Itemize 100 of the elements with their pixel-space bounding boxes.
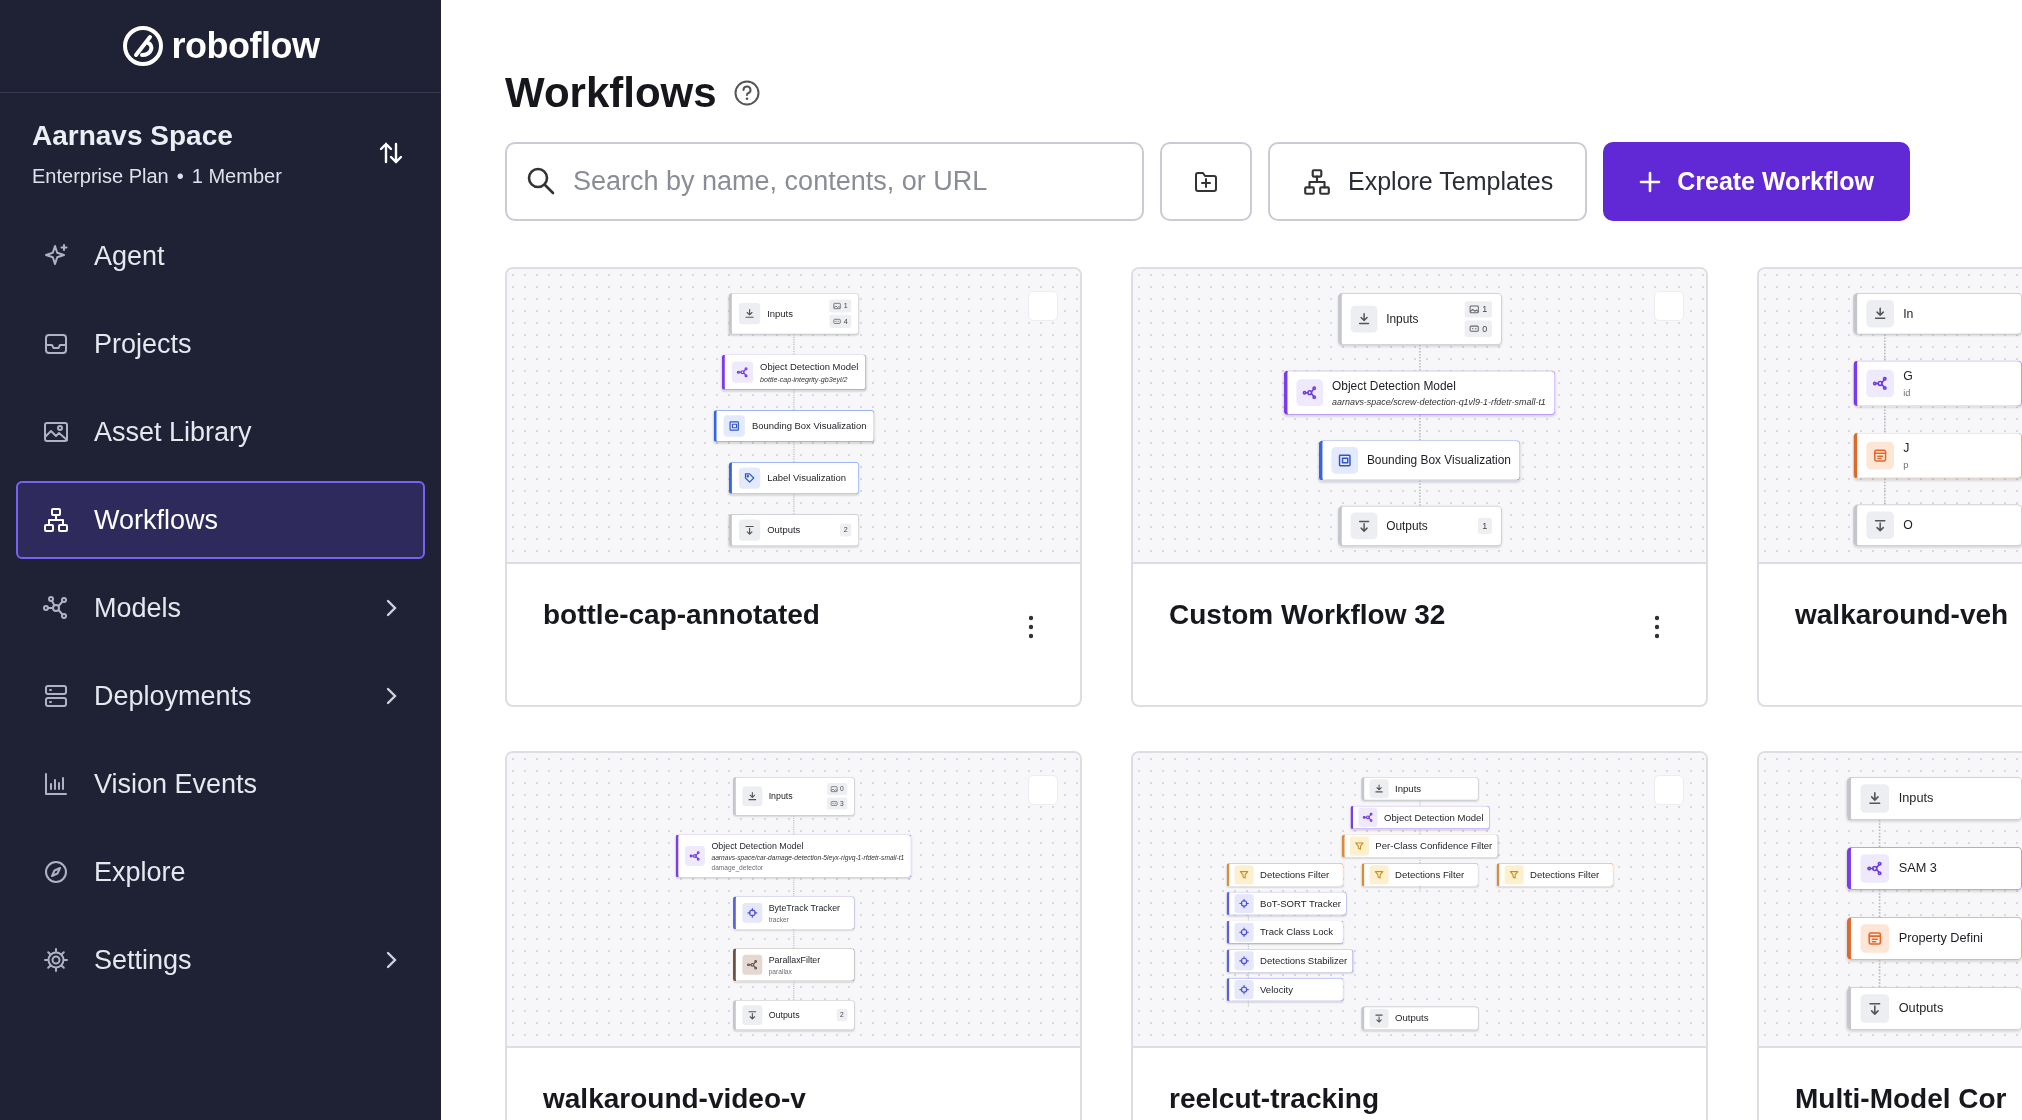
download-icon <box>1866 300 1894 328</box>
target-icon <box>742 903 762 924</box>
node-title: Label Visualization <box>766 472 847 486</box>
output-icon <box>1350 512 1378 540</box>
node-title: In <box>1903 306 1915 323</box>
sidebar-item[interactable]: Asset Library <box>16 393 425 471</box>
output-icon <box>1866 511 1894 540</box>
select-checkbox[interactable] <box>1654 291 1684 322</box>
sidebar-item[interactable]: Models <box>16 569 425 647</box>
target-icon <box>1234 923 1254 943</box>
node-title: Detections Filter <box>1529 868 1600 883</box>
node-title: Property Defini <box>1898 930 1984 948</box>
target-icon <box>1234 894 1254 914</box>
network-icon <box>742 955 762 976</box>
create-workflow-button[interactable]: Create Workflow <box>1603 142 1910 222</box>
funnel-icon <box>1369 865 1389 885</box>
network-icon <box>684 846 705 867</box>
node-title: Object Detection Model <box>1331 378 1457 395</box>
node-title: Outputs <box>768 1009 801 1022</box>
node-title: Inputs <box>766 307 794 321</box>
bar-chart-icon <box>42 770 70 798</box>
node-title: Track Class Lock <box>1259 926 1334 940</box>
document-icon <box>1866 442 1894 470</box>
sidebar-item[interactable]: Settings <box>16 921 425 999</box>
workflow-name: bottle-cap-annotated <box>543 600 820 632</box>
server-icon <box>42 682 70 710</box>
workflow-name: Multi-Model Cor <box>1795 1084 2007 1116</box>
sidebar-item[interactable]: Projects <box>16 305 425 383</box>
network-icon <box>1296 379 1324 407</box>
node-title: ParallaxFilter <box>768 954 822 967</box>
node-title: J <box>1903 441 1911 458</box>
help-icon[interactable] <box>732 79 761 108</box>
node-title: BoT-SORT Tracker <box>1259 897 1341 911</box>
document-icon <box>1860 924 1890 954</box>
compass-icon <box>42 858 70 886</box>
download-icon <box>1860 784 1890 814</box>
member-count: 1 Member <box>191 164 282 189</box>
target-icon <box>1234 951 1254 971</box>
model-id: aarnavs-space/screw-detection-q1vl9-1-rfdetr-small-t1 <box>1331 395 1546 409</box>
node-title: Outputs <box>766 524 801 538</box>
node-title: Detections Filter <box>1259 868 1330 883</box>
network-icon <box>1866 370 1894 398</box>
funnel-icon <box>1349 836 1369 857</box>
workflow-card[interactable]: Inputs SAM 3 Property Defini Outputs Multi-Model Cor <box>1757 751 2022 1120</box>
node-title: Per-Class Confidence Filter <box>1374 839 1492 854</box>
funnel-icon <box>1234 865 1254 885</box>
logo-icon <box>121 25 164 67</box>
page-title: Workflows <box>505 68 717 118</box>
workflow-card[interactable]: In G id J p O walkaround-veh <box>1757 267 2022 708</box>
select-checkbox[interactable] <box>1028 291 1058 322</box>
node-title: Outputs <box>1898 1000 1945 1018</box>
plus-icon <box>1639 170 1662 193</box>
bounding-box-icon <box>1331 447 1358 475</box>
workflow-name: walkaround-video-v <box>543 1084 806 1116</box>
bounding-box-icon <box>723 415 745 438</box>
node-title: SAM 3 <box>1898 860 1938 878</box>
hierarchy-icon <box>1302 166 1332 197</box>
node-title: G <box>1903 369 1914 386</box>
sidebar-item[interactable]: Vision Events <box>16 745 425 823</box>
workflow-name: walkaround-veh <box>1795 600 2009 632</box>
count-badge: 1 <box>1464 301 1492 318</box>
node-title: Detections Stabilizer <box>1259 954 1347 969</box>
node-title: Velocity <box>1259 983 1294 998</box>
node-title: Bounding Box Visualization <box>751 420 867 434</box>
node-title: Detections Filter <box>1394 868 1465 883</box>
count-badge: 1 <box>1477 518 1492 535</box>
download-icon <box>1350 306 1378 333</box>
output-icon <box>1369 1009 1389 1029</box>
select-checkbox[interactable] <box>1654 775 1684 806</box>
workflow-card[interactable]: Inputs 1 0 Object Detection Model aarnavs-space/screw-detection-q1vl9-1-rfdetr-small-t1 Bounding Box Visualization Outputs 1 Custom Workflow 32 <box>1131 267 1708 708</box>
sidebar-item[interactable]: Deployments <box>16 657 425 735</box>
separator-dot: • <box>176 164 184 189</box>
network-icon <box>731 361 753 384</box>
network-icon <box>1860 854 1890 884</box>
workflow-name: reelcut-tracking <box>1169 1084 1380 1116</box>
node-subtitle: p <box>1903 458 1910 472</box>
new-folder-button[interactable] <box>1160 142 1252 222</box>
node-title: Object Detection Model <box>711 840 805 853</box>
select-checkbox[interactable] <box>1028 775 1058 806</box>
sidebar-item[interactable]: Explore <box>16 833 425 911</box>
sidebar-item[interactable]: Workflows <box>16 481 425 559</box>
node-title: O <box>1903 517 1914 534</box>
network-icon <box>1358 808 1378 828</box>
node-subtitle: id <box>1903 386 1912 400</box>
node-title: Outputs <box>1394 1012 1430 1026</box>
output-icon <box>742 1005 762 1026</box>
download-icon <box>742 786 762 807</box>
node-title: Object Detection Model <box>759 360 858 374</box>
node-title: Inputs <box>1898 790 1935 808</box>
workspace-name: Aarnavs Space <box>32 119 234 153</box>
node-title: Inputs <box>1386 311 1420 328</box>
output-icon <box>1860 994 1890 1024</box>
explore-templates-button[interactable]: Explore Templates <box>1268 142 1588 222</box>
kebab-menu-icon <box>1028 615 1034 640</box>
brand-name: roboflow <box>171 24 320 68</box>
sidebar-item[interactable]: Agent <box>16 217 425 295</box>
node-title: Inputs <box>1394 782 1422 797</box>
hierarchy-icon <box>42 506 70 534</box>
plan-label: Enterprise Plan <box>32 164 169 189</box>
search-field[interactable]: Search by name, contents, or URL <box>505 142 1144 222</box>
